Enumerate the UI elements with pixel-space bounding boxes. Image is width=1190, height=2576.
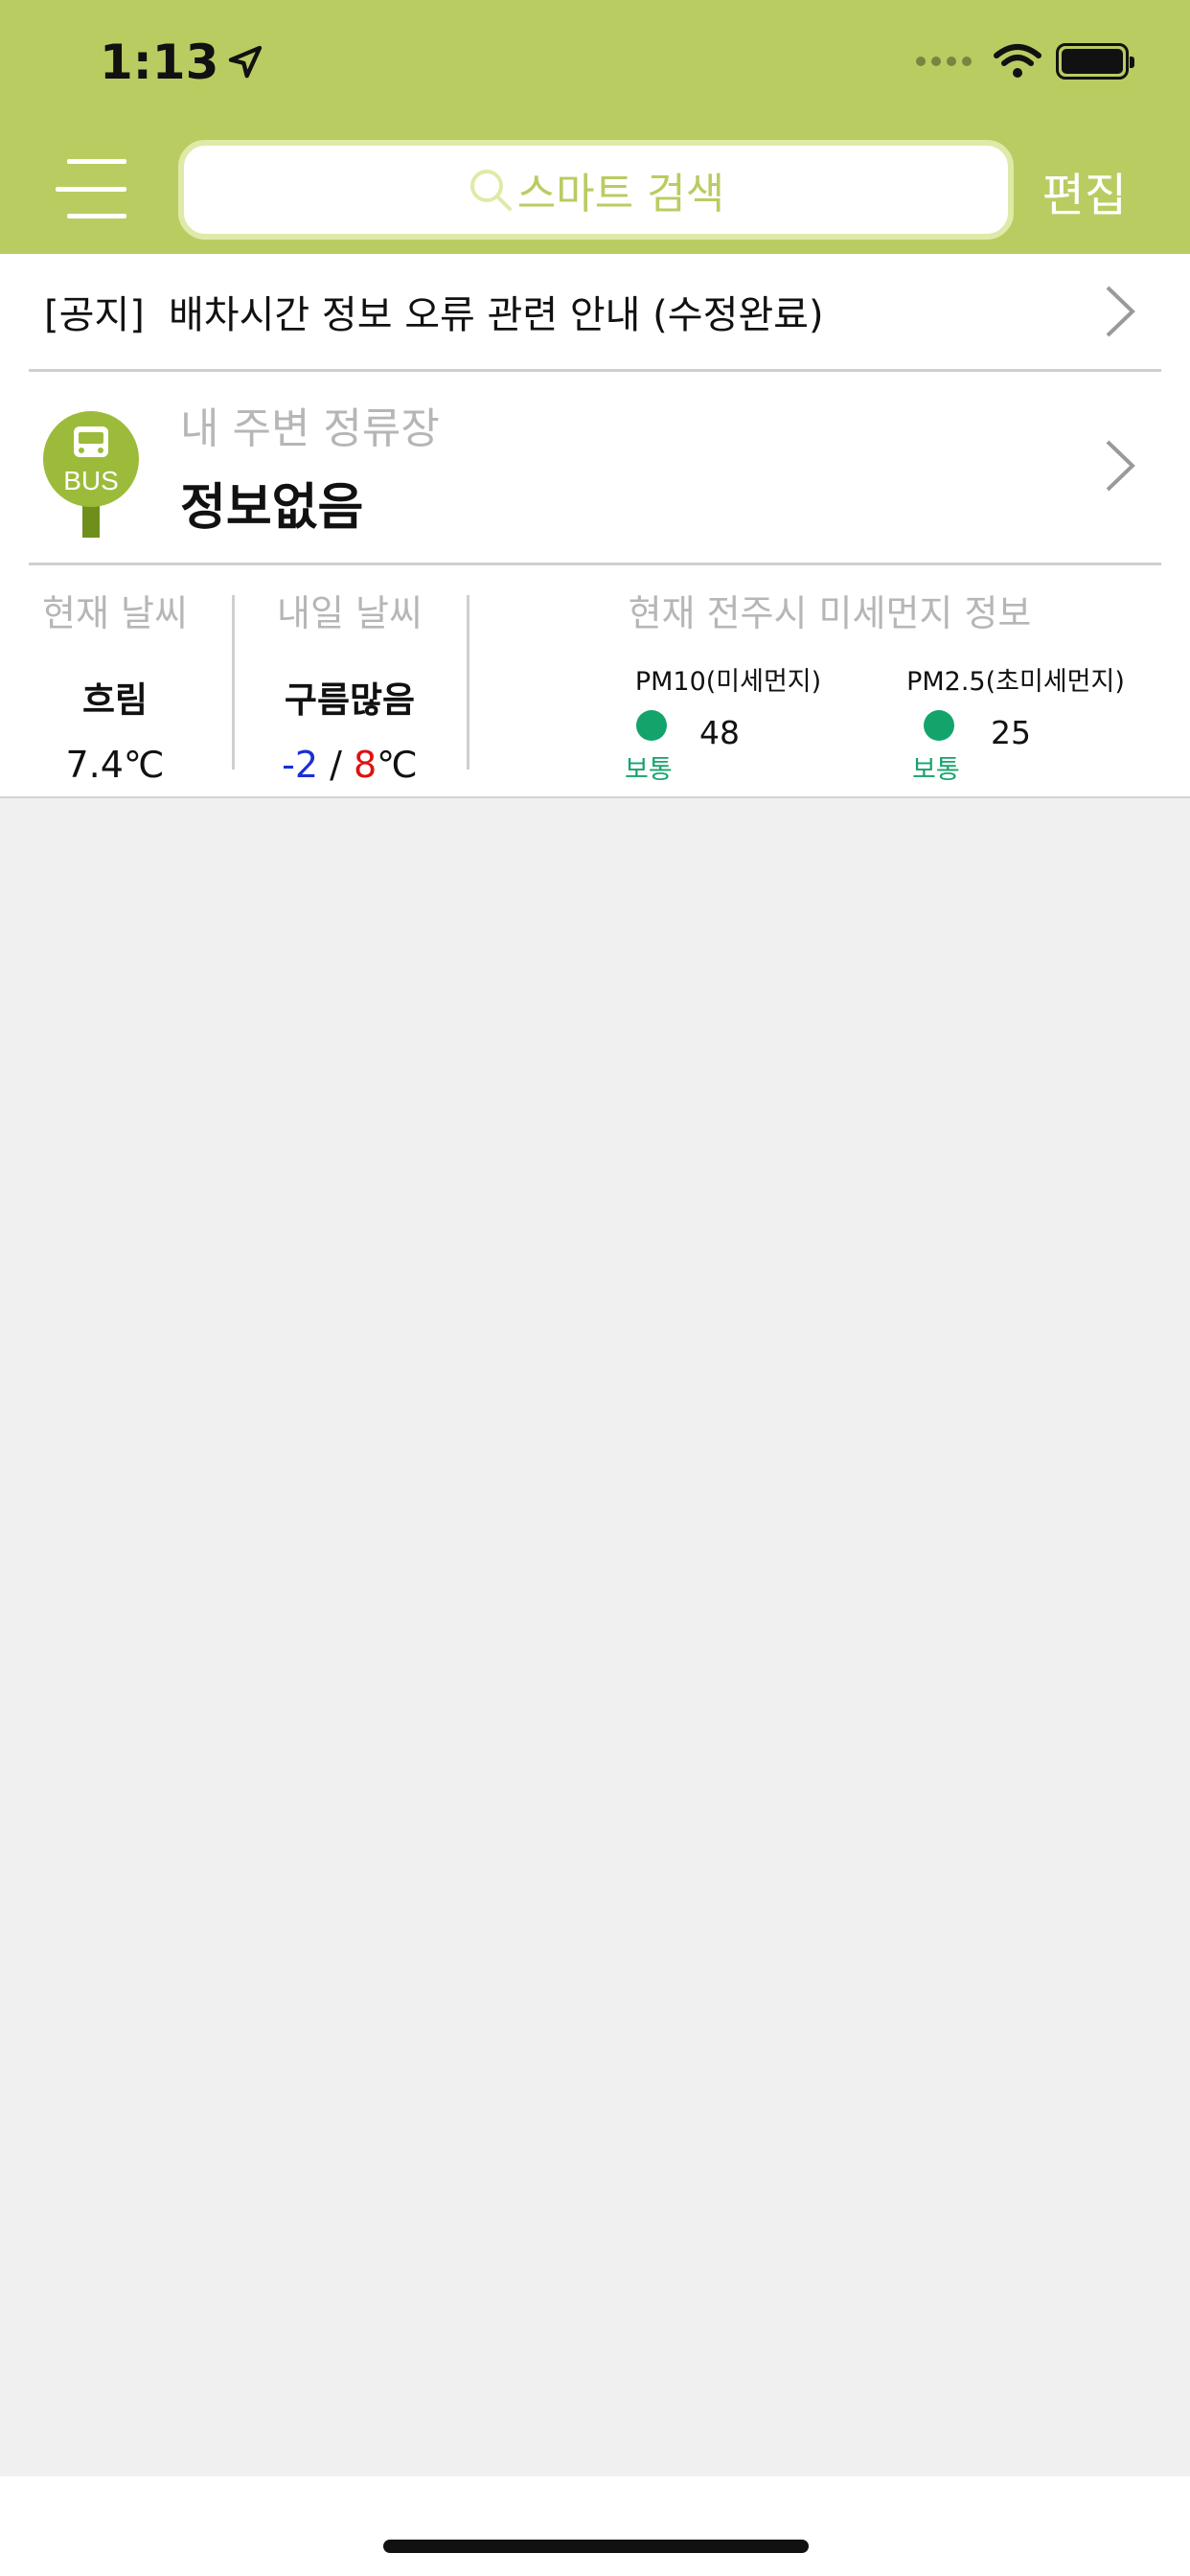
- pm10-label: PM10(미세먼지): [634, 667, 822, 697]
- pm25-status-dot-icon: [924, 710, 954, 741]
- today-weather-condition: 흐림: [81, 679, 149, 721]
- chevron-right-icon: [1106, 286, 1135, 337]
- tomorrow-weather-title: 내일 날씨: [277, 592, 423, 634]
- app-header: 1:13 스마트 검색 편집: [0, 0, 1190, 254]
- pm10-status: 보통: [625, 755, 673, 785]
- nearby-stop-row[interactable]: BUS 내 주변 정류장 정보없음: [0, 371, 1190, 563]
- pm10-status-dot-icon: [636, 710, 667, 741]
- hamburger-menu-icon: [67, 159, 126, 164]
- today-weather-title: 현재 날씨: [42, 592, 188, 634]
- tomorrow-temperature: -2 / 8℃: [259, 744, 441, 786]
- pm25-block: PM2.5(초미세먼지) 보통 25: [872, 660, 1159, 785]
- today-temperature: 7.4℃: [65, 744, 165, 786]
- home-indicator[interactable]: [383, 2540, 809, 2553]
- nearby-stop-label: 내 주변 정류장: [180, 404, 440, 453]
- bus-icon-label: BUS: [63, 466, 119, 495]
- bus-stop-icon: BUS: [43, 411, 139, 538]
- tomorrow-weather: 내일 날씨 구름많음 -2 / 8℃: [259, 564, 441, 786]
- pm10-value: 48: [699, 714, 740, 751]
- search-placeholder: 스마트 검색: [516, 170, 725, 218]
- wifi-icon: [994, 44, 1041, 78]
- temp-separator: /: [318, 744, 354, 786]
- chevron-right-icon: [1106, 440, 1135, 492]
- tomorrow-low-temp: -2: [282, 744, 319, 786]
- pm25-label: PM2.5(초미세먼지): [906, 667, 1125, 697]
- bottom-bar: [0, 2476, 1190, 2576]
- pm10-block: PM10(미세먼지) 보통 48: [584, 660, 872, 785]
- status-bar-indicators: [916, 42, 1134, 80]
- panel-bottom-divider: [0, 796, 1190, 798]
- notice-row[interactable]: [공지] 배차시간 정보 오류 관련 안내 (수정완료): [0, 254, 1190, 369]
- weather-section: 현재 날씨 흐림 7.4℃ 내일 날씨 구름많음 -2 / 8℃ 현재 전주시 …: [0, 564, 1190, 798]
- menu-button[interactable]: [56, 159, 130, 218]
- edit-button[interactable]: 편집: [1042, 157, 1127, 224]
- notice-tag: [공지]: [44, 293, 145, 337]
- home-panel: [공지] 배차시간 정보 오류 관련 안내 (수정완료) BUS 내 주변 정류…: [0, 254, 1190, 798]
- divider: [232, 595, 235, 770]
- tomorrow-weather-condition: 구름많음: [284, 679, 416, 721]
- smart-search-input[interactable]: 스마트 검색: [178, 140, 1014, 240]
- search-icon: [469, 170, 512, 211]
- cellular-signal-icon: [916, 57, 972, 66]
- notice-text: 배차시간 정보 오류 관련 안내 (수정완료): [169, 293, 824, 337]
- status-time-text: 1:13: [100, 34, 219, 90]
- tomorrow-high-temp: 8: [353, 744, 378, 786]
- today-weather: 현재 날씨 흐림 7.4℃: [29, 564, 201, 786]
- pm25-value: 25: [991, 714, 1031, 751]
- fine-dust-section: 현재 전주시 미세먼지 정보 PM10(미세먼지) 보통 48 PM2.5(초미…: [469, 564, 1190, 798]
- status-bar-time: 1:13: [100, 34, 264, 90]
- battery-icon: [1056, 43, 1134, 80]
- location-arrow-icon: [229, 45, 263, 79]
- pm25-status: 보통: [912, 755, 960, 785]
- nearby-stop-value: 정보없음: [180, 479, 364, 537]
- temp-unit: ℃: [377, 744, 418, 786]
- fine-dust-title: 현재 전주시 미세먼지 정보: [628, 592, 1032, 634]
